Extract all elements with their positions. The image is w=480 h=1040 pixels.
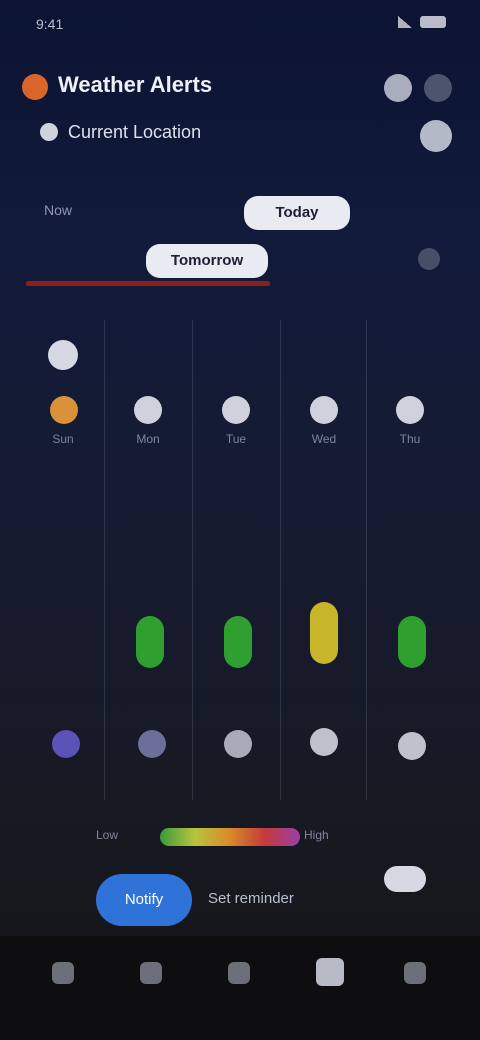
day-label: Tue [225, 432, 247, 446]
column-divider [104, 320, 105, 800]
tomorrow-pill[interactable]: Tomorrow [146, 244, 268, 278]
weather-sun-icon [50, 396, 78, 424]
day-label: Wed [311, 432, 337, 446]
moon-icon [52, 730, 80, 758]
cloud-icon [310, 728, 338, 756]
level-indicator [310, 602, 338, 664]
day-label: Thu [399, 432, 421, 446]
weather-cloud-icon [310, 396, 338, 424]
day-label: Mon [136, 432, 160, 446]
settings-icon[interactable] [404, 962, 426, 984]
moon-icon [138, 730, 166, 758]
signal-icon [398, 16, 412, 28]
legend-high-label: High [304, 828, 329, 842]
location-label: Current Location [68, 122, 202, 142]
level-indicator [398, 616, 426, 668]
status-icons [398, 16, 446, 28]
weather-cloud-icon [396, 396, 424, 424]
weather-cloud-icon [222, 396, 250, 424]
reminder-text: Set reminder [208, 890, 294, 907]
cloud-icon [224, 730, 252, 758]
notify-button[interactable]: Notify [96, 874, 192, 926]
more-icon[interactable] [424, 74, 452, 102]
weather-cloud-icon [134, 396, 162, 424]
location-row[interactable]: Current Location [40, 122, 201, 143]
column-divider [192, 320, 193, 800]
timeline-indicator [26, 281, 270, 286]
bottom-nav [0, 936, 480, 1040]
now-label: Now [44, 202, 73, 218]
weather-sun-icon [48, 340, 78, 370]
page-title: Weather Alerts [58, 72, 213, 97]
profile-icon[interactable] [316, 958, 344, 986]
refresh-button[interactable] [420, 120, 452, 152]
today-pill[interactable]: Today [244, 196, 350, 230]
legend-gradient [160, 828, 300, 846]
map-icon[interactable] [228, 962, 250, 984]
home-icon[interactable] [52, 962, 74, 984]
app-logo-icon [22, 74, 48, 100]
level-indicator [224, 616, 252, 668]
legend-low-label: Low [96, 828, 119, 842]
share-icon[interactable] [384, 74, 412, 102]
cloud-icon [398, 732, 426, 760]
day-label: Sun [52, 432, 74, 446]
status-time: 9:41 [36, 16, 64, 32]
column-divider [366, 320, 367, 800]
level-indicator [136, 616, 164, 668]
reminder-toggle[interactable] [384, 866, 426, 892]
location-pin-icon [40, 123, 58, 141]
battery-icon [420, 16, 446, 28]
column-divider [280, 320, 281, 800]
status-bar: 9:41 [0, 0, 480, 58]
alerts-icon[interactable] [140, 962, 162, 984]
info-icon[interactable] [418, 248, 440, 270]
